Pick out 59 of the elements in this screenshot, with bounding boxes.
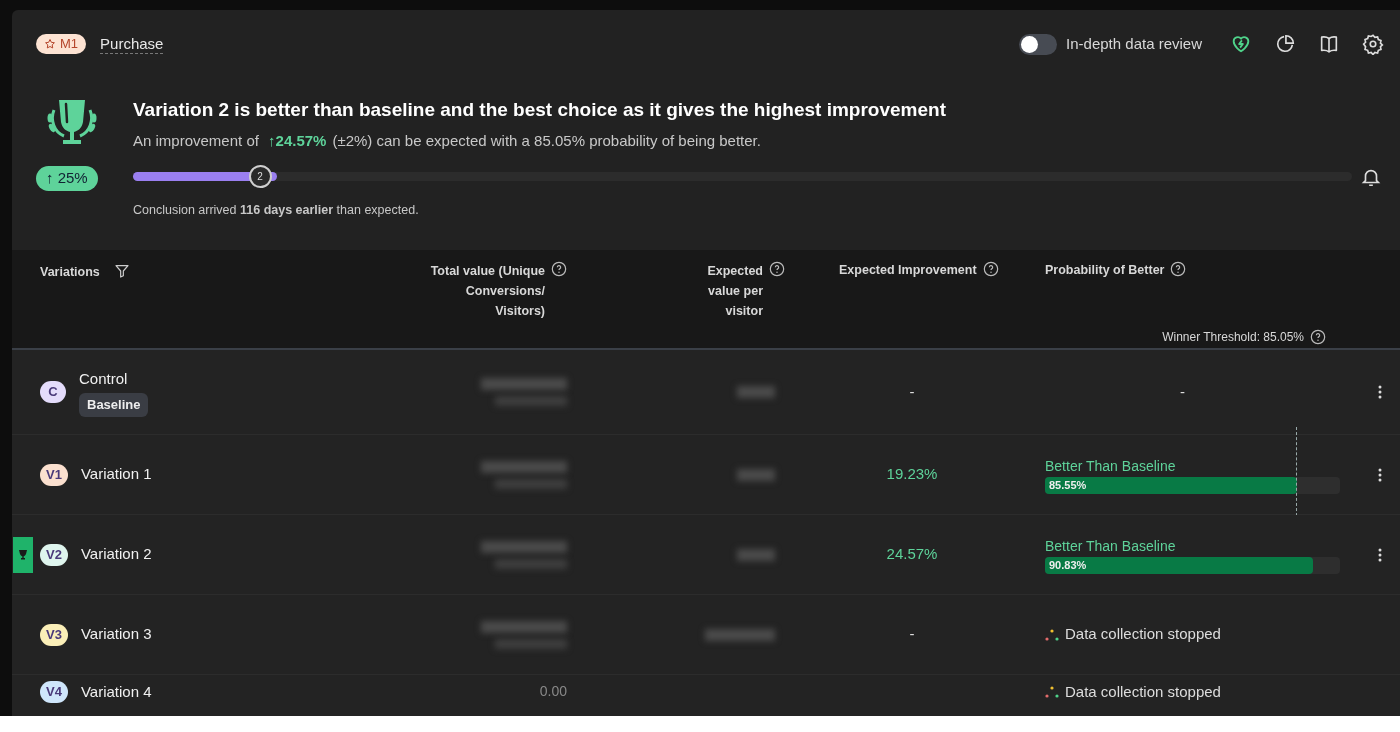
- more-options-icon[interactable]: [1378, 385, 1382, 399]
- column-header: Expected Improvement: [839, 262, 977, 279]
- probability-fill: 85.55%: [1045, 476, 1298, 494]
- pie-chart-icon[interactable]: [1274, 33, 1296, 55]
- blurred-value: [737, 548, 775, 561]
- headline: Variation 2 is better than baseline and the best choice as it gives the highest improvement: [133, 98, 947, 122]
- variation-badge: V1: [40, 463, 68, 486]
- help-icon[interactable]: [1310, 329, 1326, 345]
- more-options-icon[interactable]: [1378, 467, 1382, 482]
- column-header: Total value (Unique Conversions/ Visitors): [429, 263, 545, 320]
- filter-icon[interactable]: [113, 263, 130, 279]
- help-icon[interactable]: [982, 261, 999, 277]
- winner-threshold: Winner Threshold: 85.05%: [1162, 329, 1304, 346]
- blurred-value: [705, 628, 775, 641]
- variation-badge: V2: [40, 543, 68, 566]
- table-cell-text: 0.00: [539, 682, 567, 701]
- heart-pulse-icon[interactable]: [1230, 33, 1252, 55]
- blurred-value: [737, 468, 775, 481]
- variation-badge: V3: [40, 623, 68, 646]
- help-icon[interactable]: [551, 261, 567, 277]
- metric-badge: M1: [36, 34, 87, 54]
- status-dots-icon: [1045, 628, 1059, 641]
- column-header: Variations: [40, 264, 100, 281]
- probability-label: Better Than Baseline: [1045, 456, 1176, 476]
- settings-icon[interactable]: [1362, 33, 1384, 55]
- variation-name[interactable]: Control: [79, 367, 128, 390]
- toggle-label: In-depth data review: [1066, 33, 1202, 54]
- variation-name[interactable]: Variation 2: [80, 543, 152, 566]
- help-icon[interactable]: [1170, 261, 1187, 277]
- status-dots-icon: [1045, 686, 1059, 699]
- table-cell-text: 24.57%: [886, 544, 938, 565]
- progress-marker: 2: [248, 165, 272, 188]
- conclusion-text: Conclusion arrived 116 days earlier than expected.: [133, 201, 420, 219]
- toggle-switch[interactable]: [1019, 33, 1058, 55]
- help-icon[interactable]: [769, 261, 785, 277]
- table-cell-text: -: [1180, 381, 1185, 402]
- variation-badge: C: [40, 381, 66, 403]
- probability-fill: 90.83%: [1045, 556, 1313, 574]
- metric-name[interactable]: Purchase: [100, 34, 164, 54]
- more-options-icon[interactable]: [1378, 547, 1382, 562]
- improvement-text: An improvement of ↑24.57% (±2%) can be expected with a 85.05% probability of being better.: [133, 131, 762, 151]
- table-cell-text: -: [909, 381, 915, 402]
- variation-name[interactable]: Variation 4: [80, 681, 152, 704]
- star-icon: [44, 38, 56, 50]
- probability-label: Better Than Baseline: [1045, 536, 1176, 556]
- trophy-icon: [18, 549, 28, 560]
- variation-name[interactable]: Variation 1: [80, 463, 152, 486]
- status-text: Data collection stopped: [1065, 624, 1221, 645]
- column-header: Probability of Better: [1045, 262, 1165, 279]
- column-header: Expected value per visitor: [706, 263, 763, 320]
- baseline-tag: Baseline: [79, 393, 149, 417]
- table-cell-text: -: [909, 624, 915, 645]
- variation-badge: V4: [40, 681, 68, 703]
- book-icon[interactable]: [1318, 33, 1340, 55]
- status-text: Data collection stopped: [1065, 682, 1221, 702]
- blurred-value: [737, 386, 775, 398]
- variation-name[interactable]: Variation 3: [80, 623, 152, 646]
- table-cell-text: 19.23%: [886, 464, 938, 485]
- improvement-badge: ↑ 25%: [36, 166, 98, 191]
